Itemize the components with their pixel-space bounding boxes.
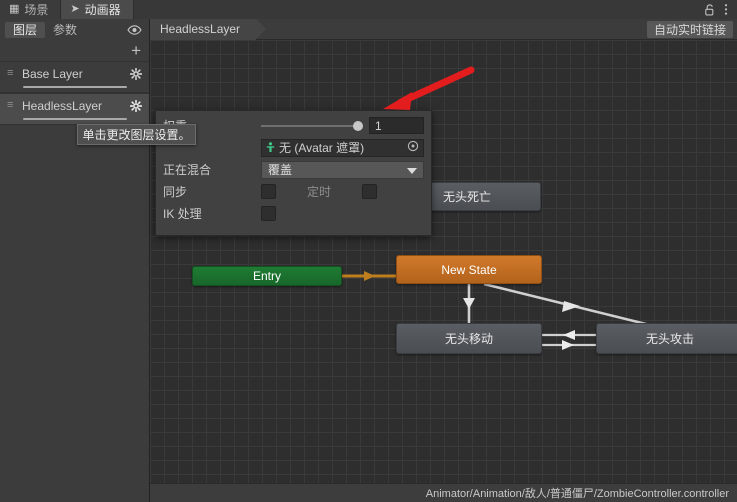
blending-row: 正在混合 覆盖 xyxy=(163,160,424,179)
breadcrumb[interactable]: HeadlessLayer xyxy=(150,18,267,40)
layer-weight-bar-headless[interactable] xyxy=(23,118,127,120)
timing-label: 定时 xyxy=(306,185,331,199)
state-node-new-state-label: New State xyxy=(441,262,497,277)
eye-icon[interactable] xyxy=(127,24,142,35)
layer-row-base[interactable]: ≡ Base Layer xyxy=(0,61,149,93)
tab-scene[interactable]: ▦ 场景 xyxy=(0,0,62,19)
timing-checkbox[interactable] xyxy=(362,184,377,199)
layer-settings-popup[interactable]: 权重 1 无 (Avatar 遮罩) xyxy=(155,110,432,236)
grid-icon: ▦ xyxy=(9,3,20,15)
avatar-mask-row: 无 (Avatar 遮罩) xyxy=(163,138,424,157)
state-node-new-state[interactable]: New State xyxy=(396,255,542,284)
state-node-attack-label: 无头攻击 xyxy=(645,332,694,346)
tab-parameters-label: 参数 xyxy=(53,23,78,37)
ik-pass-row: IK 处理 xyxy=(163,204,424,223)
gear-icon[interactable] xyxy=(130,67,142,80)
layer-weight-bar-base[interactable] xyxy=(23,86,127,88)
kebab-menu-icon[interactable] xyxy=(724,3,728,16)
layer-settings-tooltip: 单击更改图层设置。 xyxy=(77,124,196,145)
layers-panel: + ≡ Base Layer ≡ HeadlessLayer xyxy=(0,40,150,502)
layer-row-headless[interactable]: ≡ HeadlessLayer xyxy=(0,93,149,125)
blending-dropdown[interactable]: 覆盖 xyxy=(261,160,424,179)
blending-label: 正在混合 xyxy=(163,163,212,177)
state-node-death-label: 无头死亡 xyxy=(442,190,491,204)
tab-animator-label: 动画器 xyxy=(84,3,121,17)
window-tabbar: ▦ 场景 ➤ 动画器 xyxy=(0,0,737,19)
secondary-toolbar: 图层 参数 HeadlessLayer 自动实时链接 xyxy=(0,18,737,40)
titlebar-actions xyxy=(705,0,737,19)
add-layer-row: + xyxy=(0,40,149,61)
state-node-move-label: 无头移动 xyxy=(444,332,493,346)
drag-handle-icon[interactable]: ≡ xyxy=(7,68,18,79)
tab-scene-label: 场景 xyxy=(24,3,49,17)
tab-layers[interactable]: 图层 xyxy=(5,21,46,38)
auto-live-link-label: 自动实时链接 xyxy=(653,22,726,37)
avatar-mask-value: 无 (Avatar 遮罩) xyxy=(279,141,365,155)
sync-label: 同步 xyxy=(163,185,188,199)
add-layer-button[interactable]: + xyxy=(131,42,141,59)
animator-icon: ➤ xyxy=(70,3,80,15)
animator-window: ▦ 场景 ➤ 动画器 图层 参数 HeadlessLayer 自动实时链接 + … xyxy=(0,0,737,502)
panel-tabstrip: 图层 参数 xyxy=(0,19,150,40)
tab-layers-label: 图层 xyxy=(13,23,38,37)
drag-handle-icon[interactable]: ≡ xyxy=(7,100,18,111)
status-bar: Animator/Animation/敌人/普通僵尸/ZombieControl… xyxy=(150,483,737,502)
avatar-icon xyxy=(266,142,275,152)
weight-value-field[interactable]: 1 xyxy=(369,117,424,134)
tabbar-spacer xyxy=(133,0,705,19)
object-picker-icon[interactable] xyxy=(407,140,419,155)
ik-pass-checkbox[interactable] xyxy=(261,206,276,221)
auto-live-link-button[interactable]: 自动实时链接 xyxy=(646,20,733,38)
state-node-attack[interactable]: 无头攻击 xyxy=(596,323,737,354)
avatar-mask-field[interactable]: 无 (Avatar 遮罩) xyxy=(261,138,424,157)
tab-animator[interactable]: ➤ 动画器 xyxy=(61,0,134,19)
state-node-entry[interactable]: Entry xyxy=(192,266,342,286)
graph-breadcrumb-bar: HeadlessLayer 自动实时链接 xyxy=(150,18,737,40)
tooltip-text: 单击更改图层设置。 xyxy=(82,128,191,142)
state-node-entry-label: Entry xyxy=(252,269,281,283)
sync-checkbox[interactable] xyxy=(261,184,276,199)
weight-slider[interactable] xyxy=(261,120,363,131)
weight-slider-knob[interactable] xyxy=(353,120,363,131)
blending-value: 覆盖 xyxy=(268,163,293,177)
weight-row: 权重 1 xyxy=(163,116,424,135)
lock-open-icon[interactable] xyxy=(705,3,715,16)
layer-name-base: Base Layer xyxy=(22,66,83,81)
ik-pass-label: IK 处理 xyxy=(163,207,202,221)
tab-parameters[interactable]: 参数 xyxy=(45,22,85,38)
state-node-move[interactable]: 无头移动 xyxy=(396,323,542,354)
controller-path: Animator/Animation/敌人/普通僵尸/ZombieControl… xyxy=(425,488,729,500)
breadcrumb-label: HeadlessLayer xyxy=(160,22,241,36)
layer-name-headless: HeadlessLayer xyxy=(22,98,103,113)
chevron-down-icon xyxy=(407,163,417,177)
gear-icon[interactable] xyxy=(130,99,142,112)
sync-row: 同步 定时 xyxy=(163,182,424,201)
